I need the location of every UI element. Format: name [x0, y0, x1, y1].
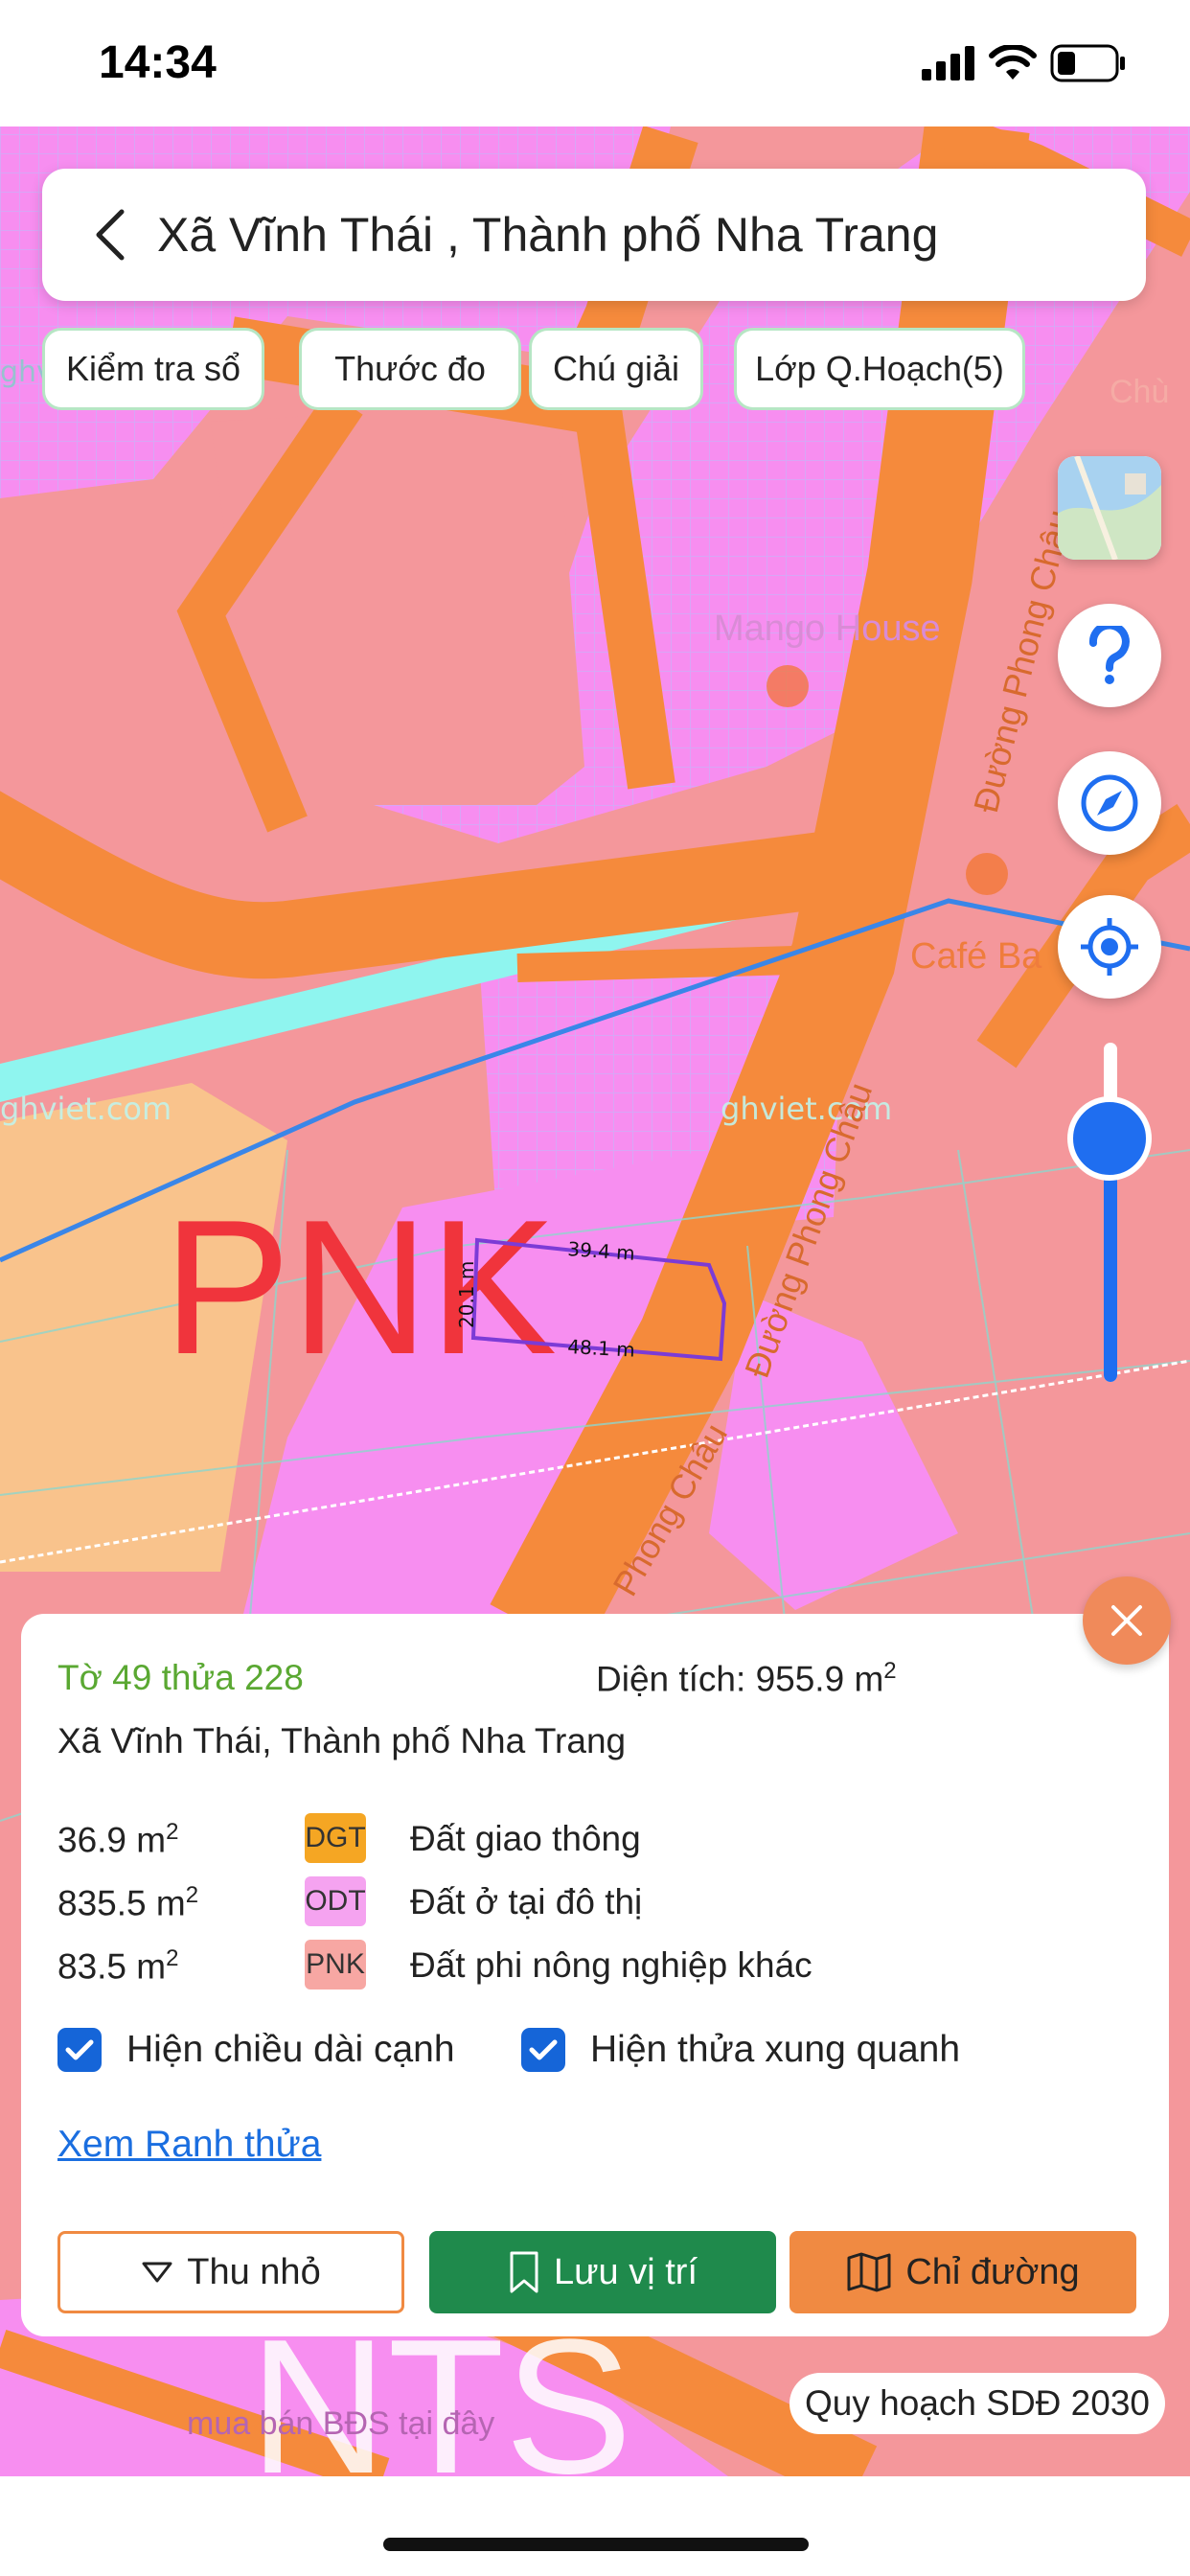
edge-length-left: 20.1 m — [455, 1261, 478, 1328]
land-use-desc: Đất ở tại đô thị — [410, 1882, 643, 1921]
parcel-info-panel: Tờ 49 thửa 228 Diện tích: 955.9 m2 Xã Vĩ… — [21, 1614, 1169, 2336]
land-use-area-value: 83.5 m — [57, 1946, 167, 1987]
home-indicator[interactable] — [383, 2538, 809, 2551]
save-location-button[interactable]: Lưu vị trí — [429, 2231, 776, 2313]
edge-length-top: 39.4 m — [567, 1237, 636, 1265]
location-bar[interactable]: Xã Vĩnh Thái , Thành phố Nha Trang — [42, 169, 1146, 301]
faded-label: Chù — [1110, 374, 1169, 410]
bookmark-icon — [508, 2250, 540, 2294]
area-unit-sup: 2 — [185, 1882, 199, 1908]
land-use-area: 835.5 m2 — [57, 1882, 198, 1923]
area-unit-sup: 2 — [883, 1658, 897, 1684]
land-use-code: ODT — [305, 1876, 366, 1926]
help-button[interactable] — [1058, 604, 1161, 707]
land-use-area-value: 835.5 m — [57, 1883, 186, 1923]
land-use-row: 835.5 m2 ODT Đất ở tại đô thị — [57, 1874, 1131, 1928]
view-boundary-link[interactable]: Xem Ranh thửa — [57, 2124, 321, 2166]
location-title: Xã Vĩnh Thái , Thành phố Nha Trang — [157, 208, 939, 262]
triangle-down-icon — [141, 2261, 173, 2284]
status-time: 14:34 — [99, 37, 217, 88]
parcel-area: Diện tích: 955.9 m2 — [596, 1658, 897, 1699]
checkbox-label: Hiện thửa xung quanh — [590, 2029, 961, 2070]
map-icon — [846, 2251, 892, 2293]
wifi-icon — [989, 45, 1037, 80]
planning-year-badge[interactable]: Quy hoạch SDĐ 2030 — [790, 2373, 1165, 2434]
ad-text: mua bán BĐS tại đây — [187, 2405, 494, 2442]
crosshair-icon — [1081, 918, 1138, 976]
chip-ruler[interactable]: Thước đo — [299, 328, 521, 410]
show-neighbors-toggle[interactable]: Hiện thửa xung quanh — [521, 2028, 960, 2072]
parcel-location: Xã Vĩnh Thái, Thành phố Nha Trang — [57, 1721, 627, 1760]
close-icon — [1111, 1605, 1142, 1636]
back-icon[interactable] — [80, 205, 138, 264]
land-use-desc: Đất giao thông — [410, 1819, 641, 1858]
checkbox-label: Hiện chiều dài cạnh — [126, 2029, 455, 2070]
edge-length-bottom: 48.1 m — [567, 1335, 636, 1362]
land-use-desc: Đất phi nông nghiệp khác — [410, 1945, 812, 1985]
cafe-icon — [966, 853, 1008, 895]
compass-icon — [1081, 774, 1138, 832]
watermark-text: ghviet.com — [0, 1091, 172, 1127]
zone-label: PNK — [163, 1181, 557, 1394]
show-edge-length-toggle[interactable]: Hiện chiều dài cạnh — [57, 2028, 455, 2072]
land-use-row: 83.5 m2 PNK Đất phi nông nghiệp khác — [57, 1938, 1131, 1991]
close-panel-button[interactable] — [1083, 1576, 1171, 1665]
land-use-code: DGT — [305, 1813, 366, 1863]
locate-button[interactable] — [1058, 895, 1161, 999]
land-use-area-value: 36.9 m — [57, 1820, 167, 1860]
battery-icon — [1050, 44, 1125, 82]
map-layer-switch[interactable] — [1058, 456, 1161, 560]
restaurant-icon — [767, 665, 809, 707]
status-bar: 14:34 — [0, 0, 1190, 126]
checkbox-checked-icon[interactable] — [57, 2028, 102, 2072]
compass-button[interactable] — [1058, 751, 1161, 855]
chip-legend[interactable]: Chú giải — [529, 328, 703, 410]
status-icons — [922, 42, 1127, 84]
directions-button[interactable]: Chỉ đường — [790, 2231, 1136, 2313]
zoom-slider-knob[interactable] — [1067, 1096, 1152, 1181]
collapse-label: Thu nhỏ — [187, 2251, 321, 2292]
question-icon — [1088, 626, 1130, 684]
collapse-button[interactable]: Thu nhỏ — [57, 2231, 404, 2313]
signal-icon — [922, 46, 974, 80]
checkbox-checked-icon[interactable] — [521, 2028, 565, 2072]
parcel-id: Tờ 49 thửa 228 — [57, 1658, 304, 1697]
land-use-row: 36.9 m2 DGT Đất giao thông — [57, 1811, 1131, 1865]
parcel-area-value: Diện tích: 955.9 m — [596, 1659, 884, 1699]
layer-thumbnail-icon — [1058, 456, 1161, 560]
zoom-slider-fill — [1104, 1161, 1117, 1382]
chip-check-book[interactable]: Kiểm tra sổ — [42, 328, 264, 410]
area-unit-sup: 2 — [166, 1945, 179, 1971]
home-area — [0, 2476, 1190, 2576]
save-location-label: Lưu vị trí — [553, 2251, 698, 2292]
poi-label: Café Ba — [910, 936, 1042, 977]
land-use-code: PNK — [305, 1940, 366, 1990]
chip-planning-layers[interactable]: Lớp Q.Hoạch(5) — [734, 328, 1025, 410]
directions-label: Chỉ đường — [905, 2251, 1080, 2292]
zoom-slider-track[interactable] — [1104, 1043, 1117, 1382]
poi-label: Mango House — [714, 609, 941, 649]
land-use-area: 36.9 m2 — [57, 1819, 178, 1860]
area-unit-sup: 2 — [166, 1819, 179, 1845]
land-use-area: 83.5 m2 — [57, 1945, 178, 1987]
